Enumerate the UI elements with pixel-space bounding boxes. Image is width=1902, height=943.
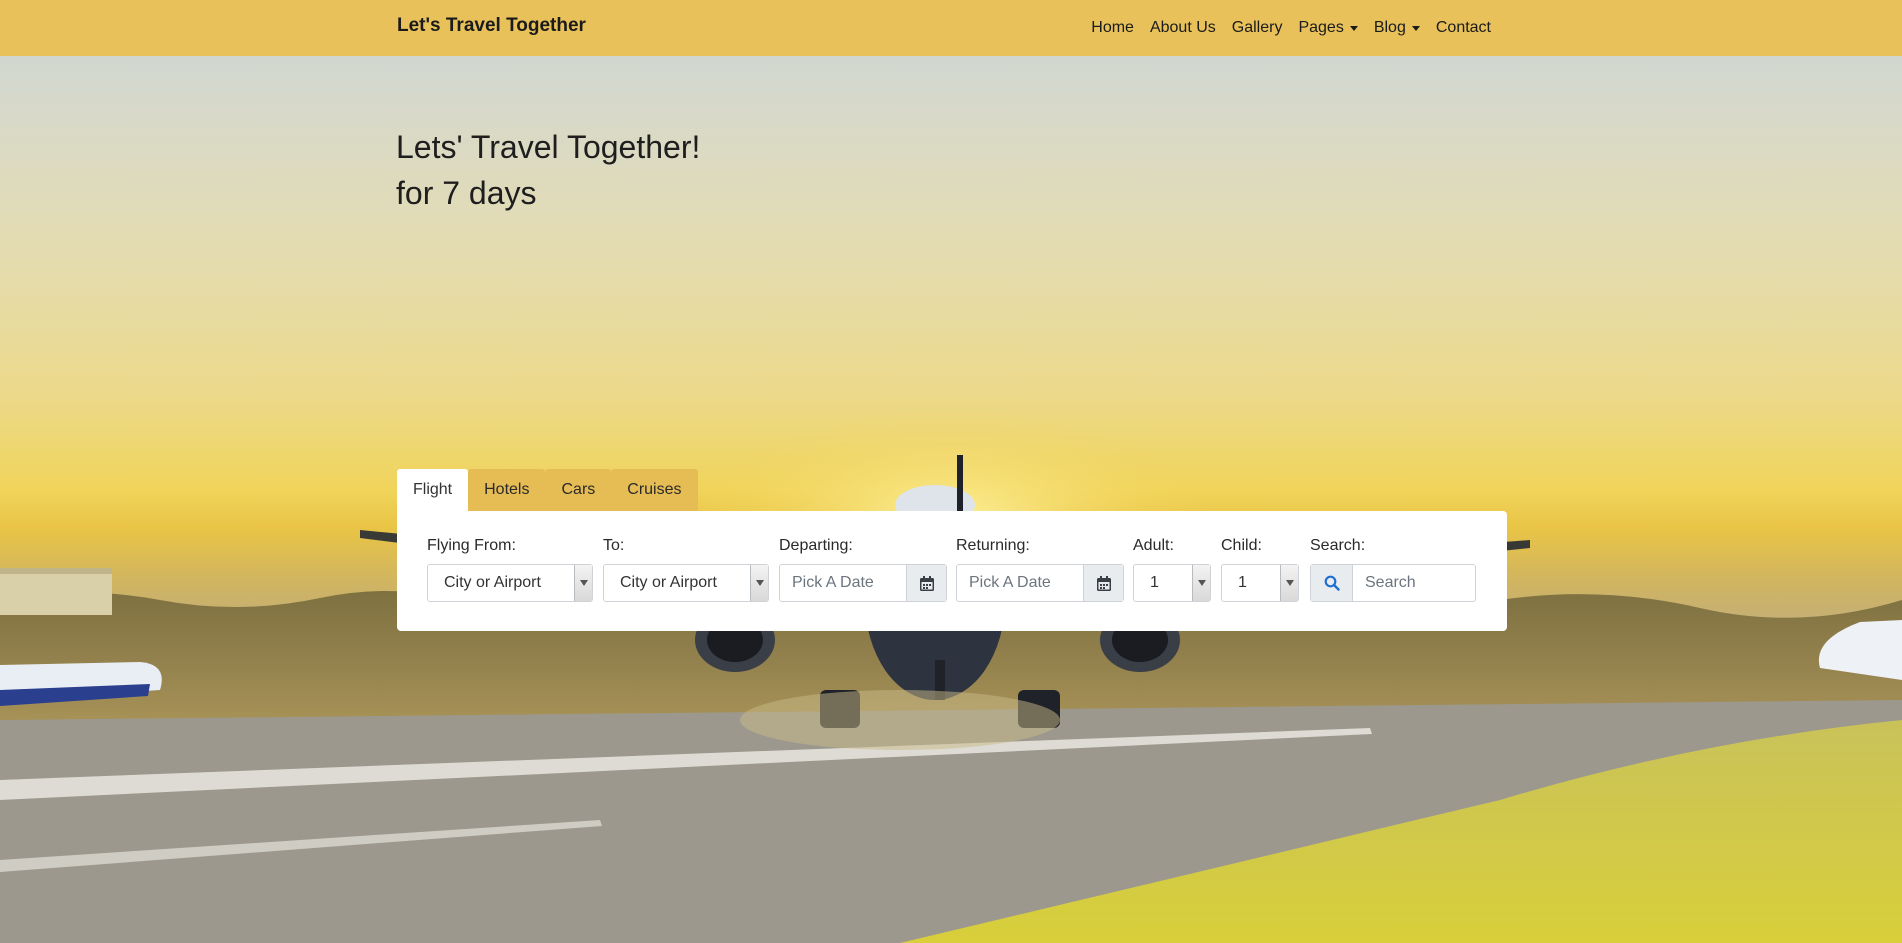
- adult-label: Adult:: [1133, 537, 1174, 554]
- flying-from-value: City or Airport: [444, 574, 541, 591]
- nav-item-gallery[interactable]: Gallery: [1224, 19, 1291, 37]
- hero-heading: Lets' Travel Together! for 7 days: [396, 124, 700, 216]
- hero-title: Lets' Travel Together!: [396, 129, 701, 165]
- to-label: To:: [603, 537, 625, 554]
- caret-down-icon: [1411, 25, 1420, 31]
- nav-item-label: Blog: [1373, 19, 1406, 36]
- search-group: Search: Search: [1310, 537, 1476, 602]
- departing-placeholder: Pick A Date: [792, 574, 874, 591]
- calendar-icon[interactable]: [1083, 565, 1123, 601]
- child-group: Child: 1: [1221, 537, 1299, 602]
- adult-group: Adult: 1: [1133, 537, 1211, 602]
- select-arrow-icon: [1192, 565, 1210, 601]
- brand-logo-text[interactable]: Let's Travel Together: [397, 15, 586, 37]
- tab-cruises[interactable]: Cruises: [611, 469, 698, 511]
- flying-from-group: Flying From: City or Airport: [427, 537, 593, 602]
- nav-item-label: Home: [1091, 19, 1134, 36]
- nav-item-label: Pages: [1298, 19, 1344, 36]
- hero-subtitle: for 7 days: [396, 175, 537, 211]
- returning-group: Returning: Pick A Date: [956, 537, 1124, 602]
- nav-links: Home About Us Gallery Pages Blog Contact: [1083, 0, 1499, 56]
- nav-item-label: Contact: [1435, 19, 1491, 36]
- nav-item-blog-dropdown[interactable]: Blog: [1366, 19, 1428, 37]
- nav-item-home[interactable]: Home: [1083, 19, 1142, 37]
- caret-down-icon: [1349, 25, 1358, 31]
- flight-search-form: Flying From: City or Airport To: City or…: [397, 511, 1507, 631]
- tab-hotels[interactable]: Hotels: [468, 469, 546, 511]
- child-label: Child:: [1221, 537, 1262, 554]
- nav-item-about-us[interactable]: About Us: [1142, 19, 1224, 37]
- select-arrow-icon: [1280, 565, 1298, 601]
- departing-group: Departing: Pick A Date: [779, 537, 947, 602]
- returning-label: Returning:: [956, 537, 1030, 554]
- runway-airplane-illustration: [0, 410, 1902, 943]
- search-icon[interactable]: [1311, 565, 1353, 601]
- hero-background-image: [0, 0, 1902, 943]
- select-arrow-icon: [750, 565, 768, 601]
- to-select[interactable]: City or Airport: [603, 564, 769, 602]
- search-input[interactable]: Search: [1310, 564, 1476, 602]
- nav-item-label: Gallery: [1231, 19, 1283, 36]
- child-value: 1: [1238, 574, 1247, 591]
- calendar-icon[interactable]: [906, 565, 946, 601]
- top-navbar: Let's Travel Together Home About Us Gall…: [0, 0, 1902, 56]
- departing-label: Departing:: [779, 537, 853, 554]
- nav-item-label: About Us: [1149, 19, 1216, 36]
- returning-placeholder: Pick A Date: [969, 574, 1051, 591]
- returning-date-input[interactable]: Pick A Date: [956, 564, 1124, 602]
- nav-item-pages-dropdown[interactable]: Pages: [1290, 19, 1365, 37]
- search-label: Search:: [1310, 537, 1366, 554]
- adult-value: 1: [1150, 574, 1159, 591]
- tab-flight[interactable]: Flight: [397, 469, 469, 511]
- booking-tabs: Flight Hotels Cars Cruises: [397, 469, 698, 511]
- flying-from-select[interactable]: City or Airport: [427, 564, 593, 602]
- child-select[interactable]: 1: [1221, 564, 1299, 602]
- search-placeholder: Search: [1365, 574, 1416, 591]
- departing-date-input[interactable]: Pick A Date: [779, 564, 947, 602]
- select-arrow-icon: [574, 565, 592, 601]
- tab-cars[interactable]: Cars: [545, 469, 612, 511]
- to-group: To: City or Airport: [603, 537, 769, 602]
- adult-select[interactable]: 1: [1133, 564, 1211, 602]
- to-value: City or Airport: [620, 574, 717, 591]
- nav-item-contact[interactable]: Contact: [1428, 19, 1499, 37]
- flying-from-label: Flying From:: [427, 537, 516, 554]
